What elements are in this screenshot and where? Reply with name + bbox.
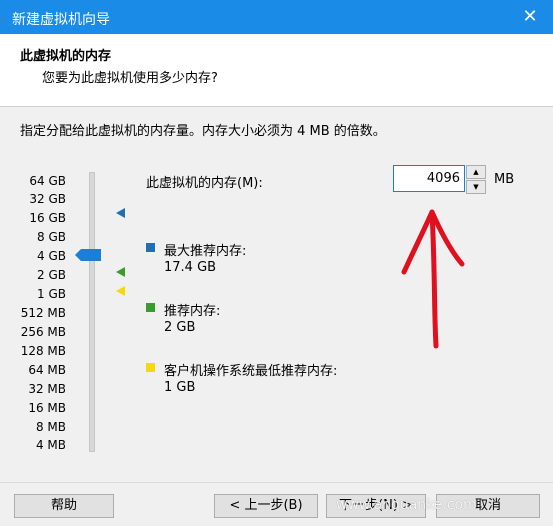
memory-spinner[interactable]: ▲ ▼ xyxy=(466,165,486,194)
scale-label: 8 MB xyxy=(35,420,66,434)
legend-label: 推荐内存: xyxy=(164,304,221,319)
scale-label: 128 MB xyxy=(20,344,66,358)
memory-unit: MB xyxy=(494,172,515,187)
scale-label: 512 MB xyxy=(20,306,66,320)
spin-up-icon[interactable]: ▲ xyxy=(466,165,486,179)
wizard-header: 此虚拟机的内存 您要为此虚拟机使用多少内存? xyxy=(0,34,553,107)
green-square-icon xyxy=(146,303,155,312)
window-title: 新建虚拟机向导 xyxy=(12,12,110,28)
legend-value: 17.4 GB xyxy=(164,260,217,275)
legend-value: 1 GB xyxy=(164,380,196,395)
scale-label: 32 GB xyxy=(29,192,66,206)
scale-label: 16 GB xyxy=(29,211,66,225)
memory-label: 此虚拟机的内存(M): xyxy=(146,176,263,191)
scale-label: 64 MB xyxy=(28,363,66,377)
scale-label: 2 GB xyxy=(37,268,66,282)
back-button[interactable]: < 上一步(B) xyxy=(214,494,318,518)
yellow-square-icon xyxy=(146,363,155,372)
scale-label: 4 MB xyxy=(35,438,66,452)
spin-down-icon[interactable]: ▼ xyxy=(466,180,486,194)
page-title: 此虚拟机的内存 xyxy=(20,49,112,64)
legend-label: 客户机操作系统最低推荐内存: xyxy=(164,364,338,379)
scale-label: 32 MB xyxy=(28,382,66,396)
red-up-arrow-icon xyxy=(401,209,465,349)
scale-label: 256 MB xyxy=(20,325,66,339)
scale-label: 16 MB xyxy=(28,401,66,415)
instruction-text: 指定分配给此虚拟机的内存量。内存大小必须为 4 MB 的倍数。 xyxy=(20,124,386,139)
close-icon[interactable]: ✕ xyxy=(517,4,543,30)
page-subtitle: 您要为此虚拟机使用多少内存? xyxy=(42,71,218,86)
scale-label: 4 GB xyxy=(37,249,66,263)
watermark-text: www.anquanke.com xyxy=(336,497,477,513)
scale-label: 64 GB xyxy=(29,174,66,188)
recommended-marker-icon xyxy=(116,267,125,277)
title-bar: 新建虚拟机向导 ✕ xyxy=(0,0,553,34)
scale-label: 8 GB xyxy=(37,230,66,244)
legend-label: 最大推荐内存: xyxy=(164,244,247,259)
scale-label: 1 GB xyxy=(37,287,66,301)
memory-slider-track[interactable] xyxy=(89,172,95,452)
footer-divider xyxy=(0,482,553,483)
max-recommended-marker-icon xyxy=(116,208,125,218)
legend-value: 2 GB xyxy=(164,320,196,335)
memory-slider-thumb[interactable] xyxy=(75,249,101,261)
blue-square-icon xyxy=(146,243,155,252)
memory-input[interactable] xyxy=(393,165,465,192)
help-button[interactable]: 帮助 xyxy=(14,494,114,518)
min-recommended-marker-icon xyxy=(116,286,125,296)
